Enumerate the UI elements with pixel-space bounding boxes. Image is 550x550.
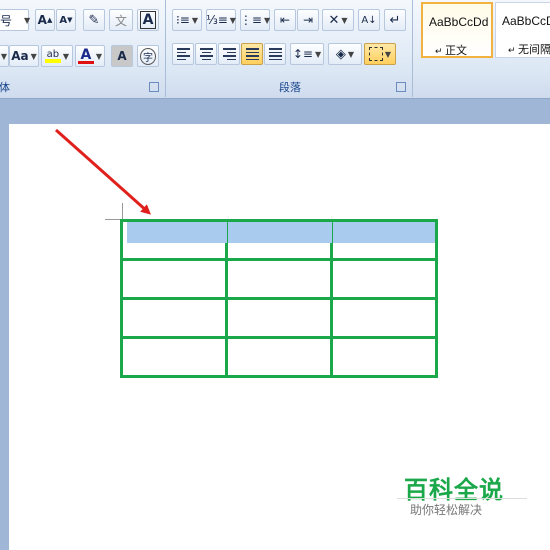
- watermark-subtitle: 助你轻松解决: [410, 503, 483, 517]
- watermark-title: 百科全说: [404, 476, 504, 504]
- red-arrow-annotation: [55, 128, 151, 215]
- watermark-divider: [397, 498, 527, 499]
